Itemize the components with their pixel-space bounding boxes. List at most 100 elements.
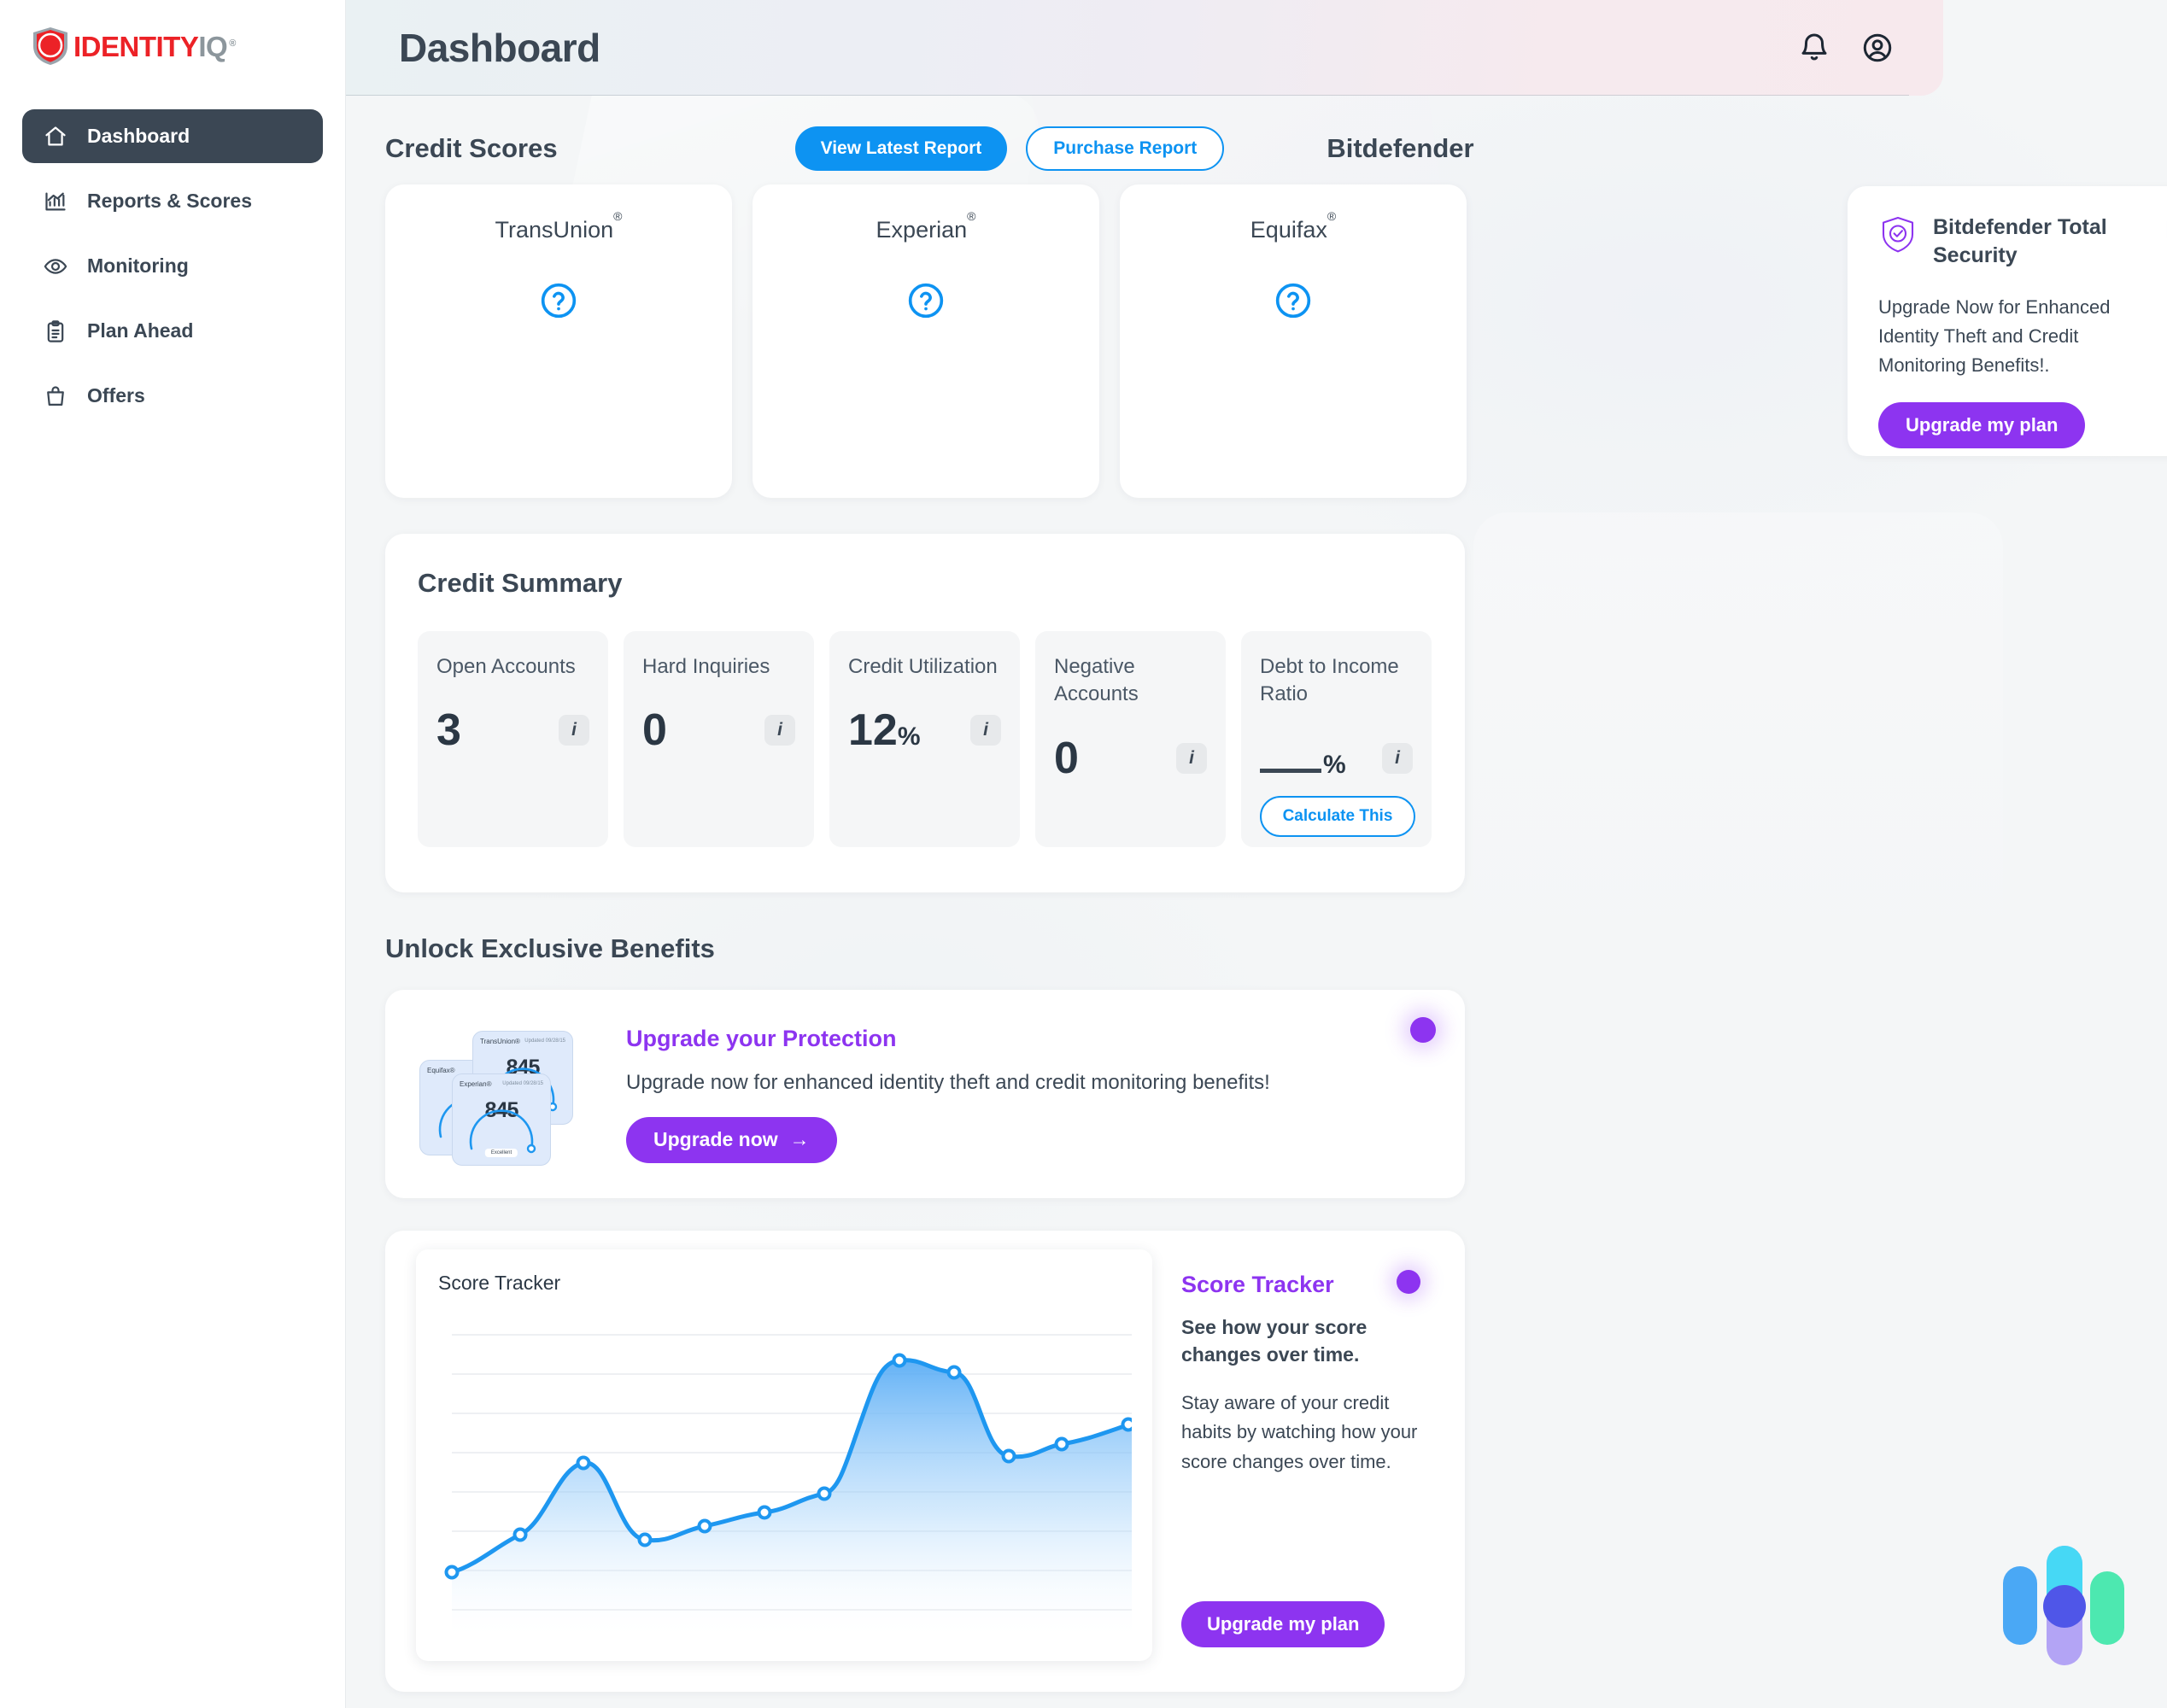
mini-score-card-experian: Experian® Updated 09/28/15 845 Excellent [452, 1073, 551, 1166]
credit-scores-header: Credit Scores View Latest Report Purchas… [385, 96, 2167, 178]
info-icon[interactable]: i [559, 715, 589, 746]
stat-suffix: % [897, 722, 921, 752]
mini-updated: Updated 09/28/15 [502, 1081, 543, 1086]
stat-value: 0 [642, 705, 667, 756]
promo-body: Upgrade now for enhanced identity theft … [626, 1070, 1270, 1094]
info-icon[interactable]: i [1382, 742, 1413, 774]
stat-label: Credit Utilization [848, 655, 998, 678]
credit-summary-title: Credit Summary [418, 568, 623, 598]
stat-credit-utilization: Credit Utilization 12% i [829, 631, 1020, 847]
credit-scores-title: Credit Scores [385, 133, 558, 163]
score-tracker-upgrade-button[interactable]: Upgrade my plan [1181, 1601, 1385, 1647]
shield-check-icon [1878, 215, 1918, 254]
sidebar: IDENTITYIQ® Dashboard Reports & Scores [0, 0, 346, 1708]
status-dot-badge [1397, 1270, 1420, 1294]
main-content: Dashboard Bitdefender Total Security Upg… [346, 0, 2167, 1708]
bureau-name: TransUnion® [495, 209, 623, 243]
stat-debt-to-income-ratio: Debt to Income Ratio % i Calculate This [1241, 631, 1432, 847]
view-latest-report-button[interactable]: View Latest Report [794, 126, 1008, 171]
home-icon [43, 124, 68, 149]
page-header: Dashboard [346, 0, 1943, 96]
bitdefender-card: Bitdefender Total Security Upgrade Now f… [1848, 186, 2167, 456]
score-tracker-panel-title: Score Tracker [1181, 1272, 1334, 1297]
help-question-icon[interactable] [907, 282, 945, 324]
bureau-name: Equifax® [1250, 209, 1337, 243]
stat-value: 0 [1054, 733, 1079, 783]
bell-icon[interactable] [1796, 30, 1832, 66]
score-tracker-body: Stay aware of your credit habits by watc… [1181, 1392, 1418, 1472]
help-question-icon[interactable] [540, 282, 577, 324]
score-trend-area-chart [444, 1334, 1132, 1637]
stat-open-accounts: Open Accounts 3 i [418, 631, 608, 847]
sidebar-item-reports-scores[interactable]: Reports & Scores [22, 174, 323, 228]
stat-label: Debt to Income Ratio [1260, 655, 1399, 706]
chart-title: Score Tracker [438, 1272, 561, 1294]
bureau-name: Experian® [876, 209, 976, 243]
sidebar-item-plan-ahead[interactable]: Plan Ahead [22, 304, 323, 358]
mini-bureau: Experian® [460, 1079, 492, 1088]
purchase-report-button[interactable]: Purchase Report [1026, 126, 1225, 171]
bitdefender-card-body: Upgrade Now for Enhanced Identity Theft … [1878, 296, 2111, 377]
unlock-benefits-title: Unlock Exclusive Benefits [385, 933, 715, 963]
mini-updated: Updated 09/28/15 [524, 1038, 565, 1044]
credit-summary-stats: Open Accounts 3 i Hard Inquiries 0 i Cre… [418, 631, 1432, 847]
stat-suffix: % [1323, 750, 1346, 779]
upgrade-protection-card: Equifax®Updated 09/28/15 845 Excellent T… [385, 990, 1465, 1198]
clipboard-icon [43, 319, 68, 344]
bitdefender-card-title: Bitdefender Total Security [1933, 215, 2107, 267]
empty-value-placeholder [1260, 747, 1321, 773]
score-cards-illustration: Equifax®Updated 09/28/15 845 Excellent T… [419, 1024, 590, 1166]
sidebar-nav: Dashboard Reports & Scores Monitoring Pl… [0, 92, 345, 423]
bitdefender-upgrade-button[interactable]: Upgrade my plan [1878, 402, 2086, 449]
bag-icon [43, 383, 68, 409]
score-tracker-info: Score Tracker See how your score changes… [1152, 1249, 1465, 1692]
help-question-icon[interactable] [1274, 282, 1312, 324]
upgrade-now-label: Upgrade now [653, 1128, 778, 1150]
promo-title: Upgrade your Protection [626, 1025, 897, 1051]
info-icon[interactable]: i [1176, 742, 1207, 774]
stat-label: Open Accounts [436, 655, 576, 678]
sidebar-item-label: Offers [87, 384, 145, 407]
info-icon[interactable]: i [764, 715, 795, 746]
sidebar-item-label: Plan Ahead [87, 319, 194, 342]
sidebar-item-dashboard[interactable]: Dashboard [22, 109, 323, 163]
score-card-experian[interactable]: Experian® [753, 184, 1099, 498]
score-card-equifax[interactable]: Equifax® [1120, 184, 1467, 498]
sidebar-item-label: Reports & Scores [87, 190, 253, 212]
user-circle-icon[interactable] [1860, 30, 1895, 66]
mini-bureau: Equifax® [427, 1066, 455, 1074]
sidebar-item-offers[interactable]: Offers [22, 369, 323, 423]
stat-label: Hard Inquiries [642, 655, 770, 678]
header-actions [1796, 30, 1895, 66]
arrow-right-icon: → [789, 1128, 810, 1150]
credit-summary-card: Credit Summary Open Accounts 3 i Hard In… [385, 534, 1465, 892]
mini-rating-pill: Excellent [484, 1148, 518, 1157]
calculate-this-button[interactable]: Calculate This [1260, 795, 1415, 837]
chat-assistant-icon[interactable] [1998, 1530, 2135, 1676]
brand-logo[interactable]: IDENTITY IQ ® [0, 0, 345, 92]
sidebar-item-monitoring[interactable]: Monitoring [22, 239, 323, 293]
app-root: IDENTITYIQ® Dashboard Reports & Scores [0, 0, 2167, 1708]
logo-text-iq: IQ [198, 30, 228, 62]
stat-value: 3 [436, 705, 461, 756]
upgrade-now-button[interactable]: Upgrade now → [626, 1116, 837, 1163]
logo-registered-mark: ® [229, 38, 236, 49]
bitdefender-section-title: Bitdefender [1327, 133, 1474, 163]
status-dot-badge [1410, 1017, 1436, 1043]
logo-text-identity: IDENTITY [73, 30, 199, 62]
page-title: Dashboard [399, 26, 600, 70]
score-card-transunion[interactable]: TransUnion® [385, 184, 732, 498]
score-tracker-chart[interactable]: Score Tracker [416, 1249, 1152, 1661]
stat-hard-inquiries: Hard Inquiries 0 i [624, 631, 814, 847]
bar-chart-icon [43, 189, 68, 214]
stat-value: 12% [848, 705, 921, 756]
score-tracker-bold-line: See how your score changes over time. [1181, 1316, 1368, 1366]
shield-fingerprint-logo-icon [31, 26, 70, 67]
eye-icon [43, 254, 68, 279]
stat-label: Negative Accounts [1054, 655, 1139, 706]
info-icon[interactable]: i [970, 715, 1001, 746]
mini-bureau: TransUnion® [480, 1037, 520, 1045]
score-tracker-card: Score Tracker Score Tracker See how your… [385, 1231, 1465, 1692]
sidebar-item-label: Dashboard [87, 125, 190, 147]
sidebar-item-label: Monitoring [87, 254, 189, 277]
